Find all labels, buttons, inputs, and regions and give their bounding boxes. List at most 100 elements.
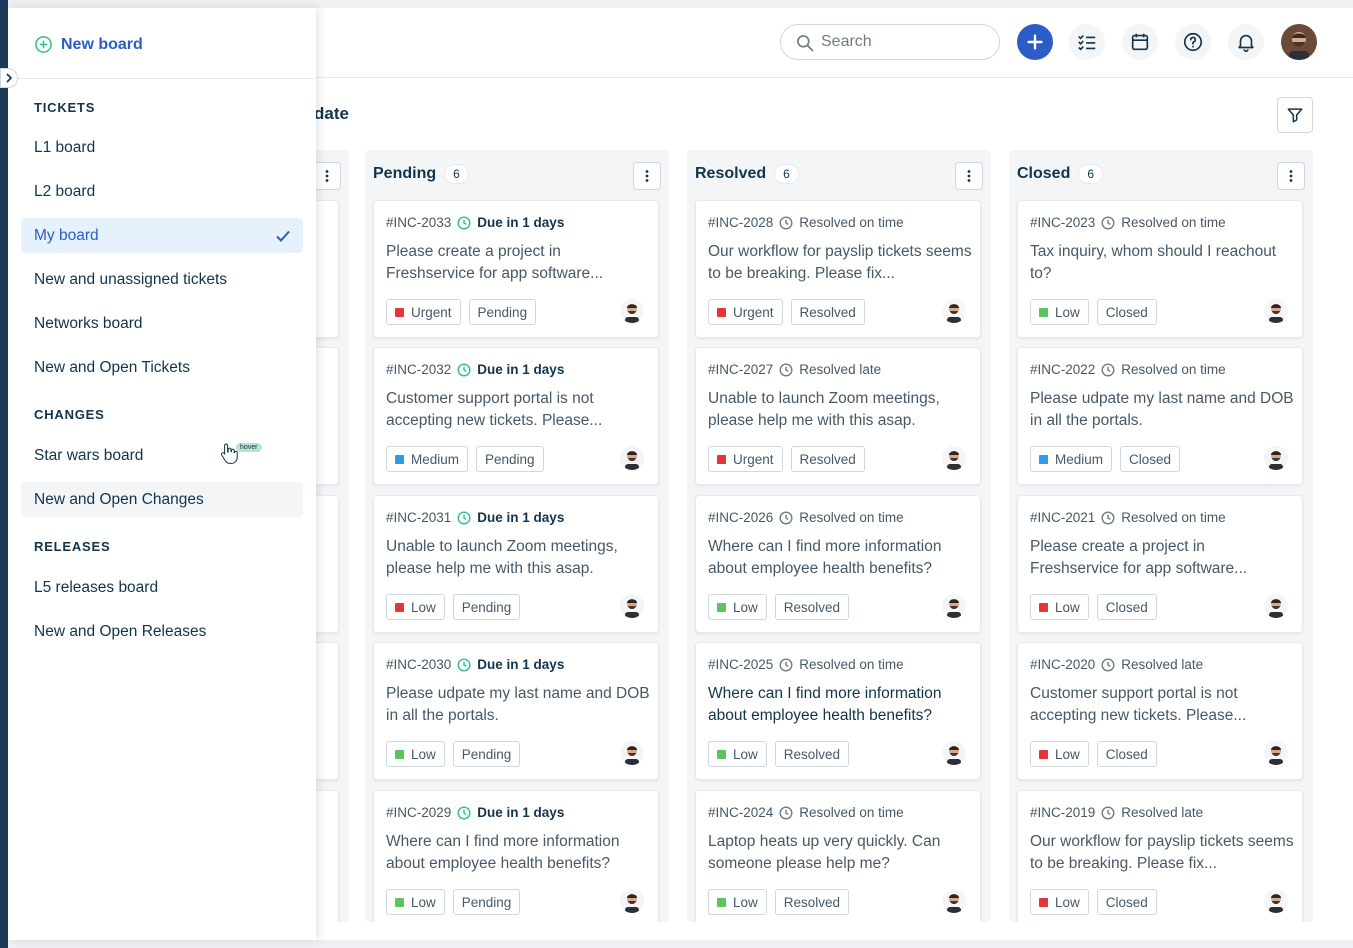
- ticket-card[interactable]: #INC-2021 Resolved on time Please create a…: [1017, 495, 1303, 633]
- ticket-card[interactable]: #INC-2022 Resolved on time Please udpate m…: [1017, 347, 1303, 485]
- ticket-card[interactable]: #INC-2020 Resolved late Customer support p…: [1017, 642, 1303, 780]
- sidebar-item[interactable]: New and unassigned tickets: [21, 262, 303, 297]
- ticket-subject[interactable]: Please create a project in Freshservice …: [1030, 536, 1296, 580]
- priority-tag[interactable]: Medium: [1030, 446, 1113, 472]
- user-avatar[interactable]: [1281, 24, 1317, 60]
- ticket-subject[interactable]: Our workflow for payslip tickets seems t…: [1030, 831, 1296, 875]
- status-tag[interactable]: Resolved: [774, 741, 850, 767]
- ticket-card[interactable]: #INC-2019 Resolved late Our workflow for p…: [1017, 790, 1303, 922]
- agent-avatar[interactable]: [1264, 741, 1288, 765]
- ticket-subject[interactable]: Where can I find more information about …: [708, 536, 974, 580]
- priority-tag[interactable]: Urgent: [708, 446, 783, 472]
- help-button[interactable]: [1175, 24, 1211, 60]
- status-tag[interactable]: Closed: [1120, 446, 1181, 472]
- ticket-card[interactable]: #INC-2033 Due in 1 days Please create a pr…: [373, 200, 659, 338]
- board-column: Closed 6 #INC-2023 Resolved on time Tax inqu…: [1009, 150, 1313, 922]
- ticket-subject[interactable]: Please create a project in Freshservice …: [386, 241, 652, 285]
- status-tag[interactable]: Closed: [1096, 299, 1157, 325]
- add-button[interactable]: [1017, 24, 1053, 60]
- priority-tag[interactable]: Urgent: [708, 299, 783, 325]
- ticket-card[interactable]: #INC-2023 Resolved on time Tax inquiry, wh…: [1017, 200, 1303, 338]
- sidebar-item[interactable]: My board: [21, 218, 303, 253]
- status-tag[interactable]: Closed: [1096, 594, 1157, 620]
- status-tag[interactable]: Closed: [1096, 889, 1157, 915]
- column-menu-button[interactable]: [1277, 162, 1305, 190]
- sidebar-item[interactable]: Star wars board: [21, 438, 303, 473]
- ticket-subject[interactable]: Please udpate my last name and DOB in al…: [386, 683, 652, 727]
- agent-avatar[interactable]: [942, 889, 966, 913]
- ticket-subject[interactable]: Customer support portal is not accepting…: [386, 388, 652, 432]
- notifications-button[interactable]: [1228, 24, 1264, 60]
- calendar-button[interactable]: [1122, 24, 1158, 60]
- ticket-card[interactable]: #INC-2026 Resolved on time Where can I fin…: [695, 495, 981, 633]
- column-menu-button[interactable]: [955, 162, 983, 190]
- sidebar-item[interactable]: L2 board: [21, 174, 303, 209]
- ticket-subject[interactable]: Unable to launch Zoom meetings, please h…: [708, 388, 974, 432]
- status-tag[interactable]: Resolved: [774, 889, 850, 915]
- ticket-subject[interactable]: Please udpate my last name and DOB in al…: [1030, 388, 1296, 432]
- ticket-card[interactable]: #INC-2030 Due in 1 days Please udpate my l…: [373, 642, 659, 780]
- agent-avatar[interactable]: [942, 594, 966, 618]
- priority-tag[interactable]: Medium: [386, 446, 469, 472]
- ticket-card[interactable]: #INC-2029 Due in 1 days Where can I find m…: [373, 790, 659, 922]
- priority-tag[interactable]: Low: [708, 594, 767, 620]
- status-tag[interactable]: Pending: [452, 741, 521, 767]
- priority-tag[interactable]: Low: [386, 741, 445, 767]
- agent-avatar[interactable]: [620, 889, 644, 913]
- ticket-card[interactable]: #INC-2025 Resolved on time Where can I fin…: [695, 642, 981, 780]
- priority-tag[interactable]: Low: [386, 889, 445, 915]
- agent-avatar[interactable]: [1264, 594, 1288, 618]
- column-menu-button[interactable]: [313, 162, 341, 190]
- status-tag[interactable]: Pending: [468, 299, 537, 325]
- column-menu-button[interactable]: [633, 162, 661, 190]
- priority-tag[interactable]: Low: [386, 594, 445, 620]
- ticket-subject[interactable]: Customer support portal is not accepting…: [1030, 683, 1296, 727]
- ticket-subject[interactable]: Where can I find more information about …: [708, 683, 974, 727]
- sidebar-item[interactable]: New and Open Tickets: [21, 350, 303, 385]
- ticket-card[interactable]: #INC-2031 Due in 1 days Unable to launch Z…: [373, 495, 659, 633]
- agent-avatar[interactable]: [620, 594, 644, 618]
- sidebar-item[interactable]: Networks board: [21, 306, 303, 341]
- agent-avatar[interactable]: [1264, 299, 1288, 323]
- ticket-subject[interactable]: Where can I find more information about …: [386, 831, 652, 875]
- ticket-sla-status: Resolved late: [799, 362, 882, 377]
- priority-tag[interactable]: Low: [708, 741, 767, 767]
- priority-tag[interactable]: Low: [708, 889, 767, 915]
- agent-avatar[interactable]: [620, 741, 644, 765]
- ticket-card[interactable]: #INC-2032 Due in 1 days Customer support p…: [373, 347, 659, 485]
- agent-avatar[interactable]: [1264, 889, 1288, 913]
- priority-tag[interactable]: Low: [1030, 299, 1089, 325]
- agent-avatar[interactable]: [942, 299, 966, 323]
- sidebar-item[interactable]: L1 board: [21, 130, 303, 165]
- filter-button[interactable]: [1277, 97, 1313, 133]
- sidebar-item[interactable]: L5 releases board: [21, 570, 303, 605]
- status-tag[interactable]: Resolved: [790, 299, 865, 325]
- status-tag[interactable]: Resolved: [774, 594, 850, 620]
- status-tag[interactable]: Pending: [452, 889, 521, 915]
- ticket-card[interactable]: #INC-2027 Resolved late Unable to launch Z…: [695, 347, 981, 485]
- status-tag[interactable]: Closed: [1096, 741, 1157, 767]
- sidebar-item[interactable]: New and Open Releases: [21, 614, 303, 649]
- status-tag[interactable]: Pending: [476, 446, 544, 472]
- ticket-subject[interactable]: Our workflow for payslip tickets seems t…: [708, 241, 974, 285]
- new-board-button[interactable]: New board: [34, 35, 143, 54]
- agent-avatar[interactable]: [620, 299, 644, 323]
- status-tag[interactable]: Resolved: [790, 446, 865, 472]
- priority-tag[interactable]: Low: [1030, 889, 1089, 915]
- agent-avatar[interactable]: [942, 446, 966, 470]
- sidebar-item[interactable]: New and Open Changes: [21, 482, 303, 517]
- todo-button[interactable]: [1069, 24, 1105, 60]
- ticket-card[interactable]: #INC-2024 Resolved on time Laptop heats up…: [695, 790, 981, 922]
- priority-tag[interactable]: Low: [1030, 594, 1089, 620]
- agent-avatar[interactable]: [942, 741, 966, 765]
- ticket-subject[interactable]: Tax inquiry, whom should I reachout to?: [1030, 241, 1296, 285]
- agent-avatar[interactable]: [620, 446, 644, 470]
- search-input[interactable]: Search: [780, 24, 1000, 60]
- priority-tag[interactable]: Low: [1030, 741, 1089, 767]
- priority-tag[interactable]: Urgent: [386, 299, 461, 325]
- ticket-subject[interactable]: Unable to launch Zoom meetings, please h…: [386, 536, 652, 580]
- agent-avatar[interactable]: [1264, 446, 1288, 470]
- status-tag[interactable]: Pending: [452, 594, 521, 620]
- ticket-card[interactable]: #INC-2028 Resolved on time Our workflow fo…: [695, 200, 981, 338]
- ticket-subject[interactable]: Laptop heats up very quickly. Can someon…: [708, 831, 974, 875]
